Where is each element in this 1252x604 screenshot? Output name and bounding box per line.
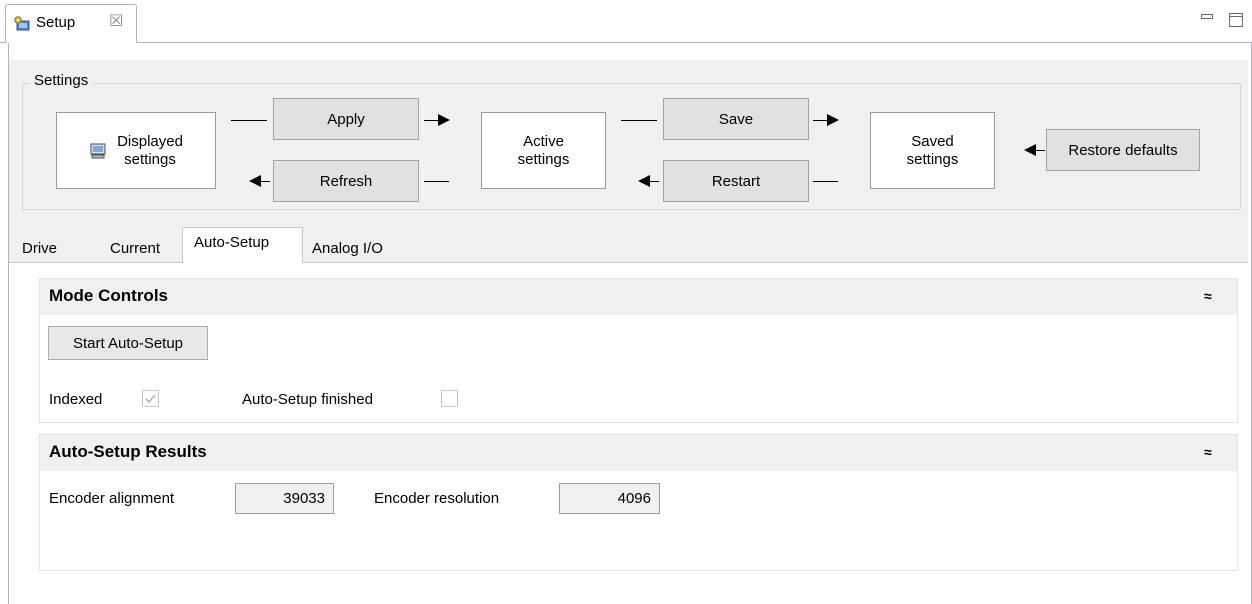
collapse-icon[interactable]: ≈ (1204, 444, 1212, 460)
displayed-settings-box: Displayed settings (56, 112, 216, 189)
restart-button[interactable]: Restart (663, 160, 809, 202)
encoder-resolution-label: Encoder resolution (374, 490, 500, 507)
indexed-checkbox (142, 390, 159, 407)
checkmark-icon (145, 394, 156, 404)
saved-settings-line2: settings (906, 150, 959, 168)
saved-settings-line1: Saved (911, 132, 954, 150)
view-tab-bar (0, 0, 1252, 43)
mode-controls-header[interactable] (40, 279, 1237, 315)
refresh-line (424, 181, 449, 182)
auto-setup-finished-checkbox (441, 390, 458, 407)
encoder-resolution-field[interactable]: 4096 (559, 483, 660, 514)
apply-line (231, 120, 267, 121)
arrow-right-icon (827, 114, 839, 126)
encoder-alignment-label: Encoder alignment (49, 490, 175, 507)
restore-defaults-button[interactable]: Restore defaults (1046, 129, 1200, 171)
tab-drive[interactable]: Drive (22, 240, 57, 257)
displayed-settings-line2: settings (124, 150, 176, 168)
displayed-settings-line1: Displayed (117, 132, 183, 150)
save-button[interactable]: Save (663, 98, 809, 140)
restart-line (813, 181, 838, 182)
restart-arrow-line (647, 181, 659, 182)
start-auto-setup-button[interactable]: Start Auto-Setup (48, 326, 208, 360)
restore-arrow-line (1033, 150, 1045, 151)
saved-settings-box: Saved settings (870, 112, 995, 189)
collapse-icon[interactable]: ≈ (1204, 288, 1212, 304)
tab-auto-setup[interactable]: Auto-Setup (194, 234, 269, 251)
tab-current[interactable]: Current (110, 240, 160, 257)
active-settings-box: Active settings (481, 112, 606, 189)
auto-setup-finished-label: Auto-Setup finished (242, 391, 373, 408)
view-tab-setup[interactable]: Setup ☒ (5, 4, 137, 43)
view-tab-label: Setup (36, 14, 76, 31)
encoder-alignment-field[interactable]: 39033 (235, 483, 334, 514)
apply-button[interactable]: Apply (273, 98, 419, 140)
settings-group-label: Settings (30, 72, 93, 89)
active-settings-line1: Active (523, 132, 564, 150)
monitor-icon (90, 143, 106, 158)
arrow-right-icon (438, 114, 450, 126)
tab-analog-io[interactable]: Analog I/O (312, 240, 383, 257)
indexed-label: Indexed (49, 391, 103, 408)
close-icon[interactable]: ☒ (109, 11, 123, 31)
auto-setup-results-title: Auto-Setup Results (49, 442, 207, 461)
refresh-button[interactable]: Refresh (273, 160, 419, 202)
minimize-icon[interactable] (1201, 14, 1213, 19)
refresh-arrow-line (258, 181, 270, 182)
setup-icon (14, 16, 30, 31)
save-line (621, 120, 657, 121)
mode-controls-title: Mode Controls (49, 286, 168, 305)
active-settings-line2: settings (517, 150, 570, 168)
maximize-icon[interactable] (1229, 13, 1243, 27)
auto-setup-results-header[interactable] (40, 435, 1237, 471)
